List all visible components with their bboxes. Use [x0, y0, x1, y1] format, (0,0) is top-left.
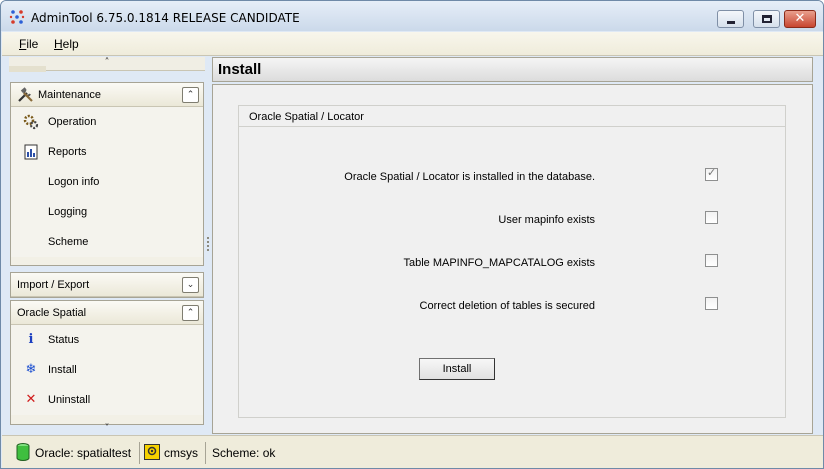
oracle-spatial-group-box: Oracle Spatial / Locator Oracle Spatial … — [238, 105, 786, 418]
expand-import-export-button[interactable]: ⌄ — [182, 277, 199, 293]
collapse-maintenance-button[interactable]: ⌃ — [182, 87, 199, 103]
page-body: Oracle Spatial / Locator Oracle Spatial … — [212, 84, 813, 434]
sidebar-item-install[interactable]: ❄ Install — [11, 355, 203, 385]
check-label: Correct deletion of tables is secured — [419, 300, 595, 312]
sidebar-item-reports[interactable]: Reports — [11, 137, 203, 167]
status-bar: Oracle: spatialtest cmsys Scheme: ok — [2, 435, 823, 468]
window-title: AdminTool 6.75.0.1814 RELEASE CANDIDATE — [31, 11, 300, 25]
report-icon — [24, 144, 38, 160]
group-maintenance-header[interactable]: Maintenance ⌃ — [11, 83, 203, 107]
gears-icon — [23, 114, 39, 130]
title-bar[interactable]: AdminTool 6.75.0.1814 RELEASE CANDIDATE … — [1, 1, 823, 31]
sidebar-item-label: Logging — [48, 206, 88, 218]
sidebar-item-operation[interactable]: Operation — [11, 107, 203, 137]
check-row-user-mapinfo: User mapinfo exists — [239, 211, 785, 231]
check-row-locator-installed: Oracle Spatial / Locator is installed in… — [239, 166, 785, 188]
group-import-export-header[interactable]: Import / Export ⌄ — [11, 273, 203, 297]
chevron-down-icon: ˅ — [104, 423, 110, 434]
uninstall-icon: ✕ — [25, 392, 37, 407]
group-box-title: Oracle Spatial / Locator — [249, 111, 364, 123]
group-maintenance-title: Maintenance — [38, 89, 101, 101]
sidebar-item-label: Operation — [48, 116, 97, 128]
sidebar-scroll-up[interactable]: ˄ — [9, 57, 205, 72]
check-row-deletion-secured: Correct deletion of tables is secured — [239, 297, 785, 317]
user-mapinfo-checkbox[interactable] — [705, 211, 718, 224]
app-window: AdminTool 6.75.0.1814 RELEASE CANDIDATE … — [0, 0, 824, 469]
group-box-divider — [239, 126, 785, 127]
group-oracle-spatial-header[interactable]: Oracle Spatial ⌃ — [11, 301, 203, 325]
main-content: Install Oracle Spatial / Locator Oracle … — [212, 57, 814, 434]
status-separator — [139, 442, 140, 464]
sidebar-item-label: Install — [48, 364, 77, 376]
group-oracle-spatial-title: Oracle Spatial — [17, 307, 87, 319]
mapcatalog-checkbox[interactable] — [705, 254, 718, 267]
minimize-button[interactable] — [717, 10, 744, 28]
app-icon — [9, 10, 25, 24]
close-button[interactable]: ✕ — [784, 10, 816, 28]
menu-file[interactable]: File — [19, 37, 38, 51]
group-oracle-spatial: Oracle Spatial ⌃ i Status ❄ Install ✕ Un… — [10, 300, 204, 425]
deletion-secured-checkbox[interactable] — [705, 297, 718, 310]
chevron-up-icon: ˄ — [104, 57, 110, 68]
oracle-spatial-items: i Status ❄ Install ✕ Uninstall — [11, 325, 203, 415]
collapse-oracle-spatial-button[interactable]: ⌃ — [182, 305, 199, 321]
locator-installed-checkbox[interactable]: ✓ — [705, 166, 718, 181]
status-separator — [205, 442, 206, 464]
check-label: User mapinfo exists — [498, 214, 595, 226]
page-header: Install — [212, 57, 813, 82]
chevron-up-icon: ⌃ — [186, 90, 195, 100]
maximize-icon — [762, 15, 772, 23]
status-user-text: cmsys — [164, 446, 198, 460]
sidebar-item-logon-info[interactable]: Logon info — [11, 167, 203, 197]
sidebar-item-label: Uninstall — [48, 394, 91, 406]
sidebar-item-uninstall[interactable]: ✕ Uninstall — [11, 385, 203, 415]
install-button[interactable]: Install — [419, 358, 495, 380]
menu-help[interactable]: Help — [54, 37, 79, 51]
maximize-button[interactable] — [753, 10, 780, 28]
group-import-export-title: Import / Export — [17, 279, 90, 291]
check-icon: ✓ — [707, 166, 717, 179]
menu-bar: File Help — [2, 32, 823, 56]
chevron-down-icon: ⌄ — [186, 280, 195, 290]
sidebar-item-status[interactable]: i Status — [11, 325, 203, 355]
database-icon — [16, 443, 30, 461]
minimize-icon — [727, 21, 735, 24]
install-icon: ❄ — [25, 362, 37, 377]
info-icon: i — [28, 332, 34, 347]
chevron-up-icon: ⌃ — [186, 308, 195, 318]
page-title: Install — [218, 61, 262, 78]
sidebar-item-label: Logon info — [48, 176, 100, 188]
sidebar-item-label: Status — [48, 334, 80, 346]
sidebar-item-label: Reports — [48, 146, 87, 158]
group-import-export: Import / Export ⌄ — [10, 272, 204, 298]
status-scheme-text: Scheme: ok — [212, 446, 276, 460]
check-row-mapcatalog: Table MAPINFO_MAPCATALOG exists — [239, 254, 785, 274]
splitter-grip — [207, 237, 209, 251]
sidebar-item-logging[interactable]: Logging — [11, 197, 203, 227]
sidebar-scroll-track — [9, 66, 46, 72]
user-icon — [144, 444, 160, 460]
sidebar-item-label: Scheme — [48, 236, 89, 248]
panel-splitter[interactable] — [205, 57, 211, 435]
sidebar: ˄ Maintenance ⌃ Operation Reports Logon … — [9, 57, 205, 434]
close-icon: ✕ — [794, 11, 806, 26]
check-label: Table MAPINFO_MAPCATALOG exists — [403, 257, 595, 269]
group-maintenance: Maintenance ⌃ Operation Reports Logon in… — [10, 82, 204, 266]
tools-icon — [18, 87, 33, 102]
maintenance-items: Operation Reports Logon info Logging Sch… — [11, 107, 203, 257]
check-label: Oracle Spatial / Locator is installed in… — [344, 171, 595, 183]
sidebar-item-scheme[interactable]: Scheme — [11, 227, 203, 257]
status-connection-text: Oracle: spatialtest — [35, 446, 132, 460]
